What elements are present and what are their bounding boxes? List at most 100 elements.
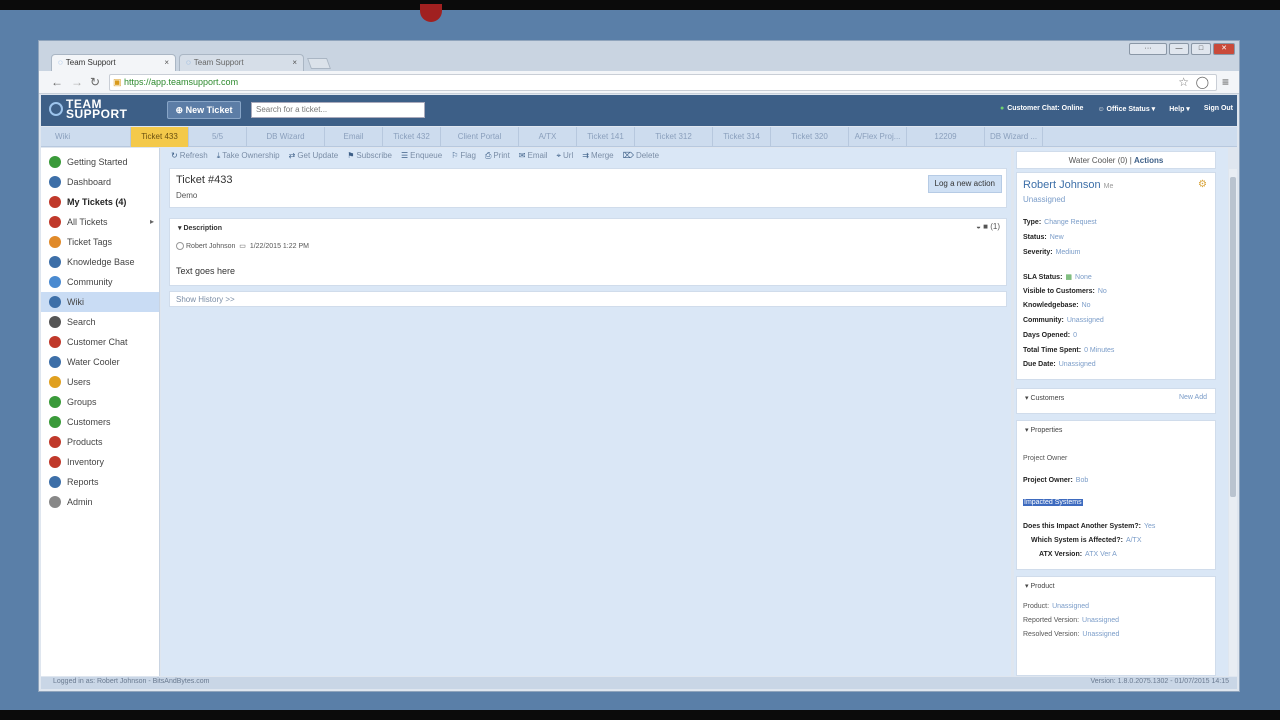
assignee-name[interactable]: Robert Johnson Me <box>1023 179 1113 191</box>
sidebar-item-groups[interactable]: Groups <box>41 392 159 412</box>
customer-chat-status[interactable]: ● Customer Chat: Online <box>1000 105 1083 113</box>
description-actions[interactable]: ◒ ■ (1) <box>976 222 1000 231</box>
close-tab-icon[interactable]: × <box>164 58 169 67</box>
sidebar-item-inventory[interactable]: Inventory <box>41 452 159 472</box>
forward-icon[interactable]: → <box>71 75 83 89</box>
ticket-tab[interactable]: Email <box>325 127 383 147</box>
sidebar-item-label: All Tickets <box>67 217 108 227</box>
ticket-tab[interactable]: Ticket 432 <box>383 127 441 147</box>
extension-icon[interactable]: ◯ <box>1196 75 1209 89</box>
maximize-button[interactable]: □ <box>1191 43 1211 55</box>
bookmark-star-icon[interactable]: ☆ <box>1178 75 1189 89</box>
close-window-button[interactable]: ✕ <box>1213 43 1235 55</box>
logged-in-status: Logged in as: Robert Johnson - BitsAndBy… <box>53 678 210 685</box>
settings-gear-icon[interactable]: ⚙ <box>1198 179 1207 190</box>
sidebar-item-wiki[interactable]: Wiki <box>41 292 159 312</box>
description-header[interactable]: ▾ Description <box>178 224 222 232</box>
sidebar-item-ticket-tags[interactable]: Ticket Tags <box>41 232 159 252</box>
toolbar-get-update-button[interactable]: ⇄ Get Update <box>289 151 339 161</box>
assignee-group[interactable]: Unassigned <box>1023 195 1065 204</box>
show-history-link[interactable]: Show History >> <box>176 295 235 304</box>
back-icon[interactable]: ← <box>51 75 63 89</box>
sidebar-item-water-cooler[interactable]: Water Cooler <box>41 352 159 372</box>
ticket-tab[interactable]: DB Wizard <box>247 127 325 147</box>
sidebar-item-all-tickets[interactable]: All Tickets ▸ <box>41 212 159 232</box>
ticket-tab[interactable]: 12209 <box>907 127 985 147</box>
actions-link[interactable]: Actions <box>1134 156 1163 165</box>
sidebar-item-products[interactable]: Products <box>41 432 159 452</box>
toolbar-subscribe-button[interactable]: ⚑ Subscribe <box>347 151 392 161</box>
browser-tab-inactive[interactable]: ◌ Team Support × <box>179 54 304 71</box>
browser-tab-active[interactable]: ◌ Team Support × <box>51 54 176 71</box>
toolbar-refresh-button[interactable]: ↻ Refresh <box>171 151 208 161</box>
admin-icon <box>49 496 61 508</box>
ticket-tab[interactable]: Ticket 312 <box>635 127 713 147</box>
ticket-tab[interactable]: Ticket 433 <box>131 127 189 147</box>
sidebar-item-label: Search <box>67 317 96 327</box>
customers-actions[interactable]: New Add <box>1179 394 1207 401</box>
ticket-tab[interactable]: Ticket 141 <box>577 127 635 147</box>
sidebar-item-getting-started[interactable]: Getting Started <box>41 152 159 172</box>
tag-icon <box>49 236 61 248</box>
product-header[interactable]: ▾ Product <box>1025 582 1055 590</box>
sidebar-item-label: Dashboard <box>67 177 112 187</box>
ticket-tab[interactable]: A/TX <box>519 127 577 147</box>
sidebar-item-customers[interactable]: Customers <box>41 412 159 432</box>
ticket-tab[interactable]: Client Portal <box>441 127 519 147</box>
log-new-action-button[interactable]: Log a new action <box>927 175 1002 193</box>
toolbar-email-button[interactable]: ✉ Email <box>519 151 548 161</box>
url-input[interactable]: ▣ https://app.teamsupport.com <box>109 74 1217 91</box>
new-tab-button[interactable] <box>306 58 332 69</box>
toolbar-delete-button[interactable]: ⌦ Delete <box>623 151 659 161</box>
help-menu[interactable]: Help ▾ <box>1169 105 1190 113</box>
ticket-search-input[interactable]: Search for a ticket... <box>251 102 425 118</box>
toolbar-url-button[interactable]: ⌖ Url <box>557 151 574 161</box>
menu-icon[interactable]: ≡ <box>1222 75 1229 89</box>
ticket-tab[interactable]: 5/5 <box>189 127 247 147</box>
toolbar-take-ownership-button[interactable]: ⤓ Take Ownership <box>217 151 280 161</box>
ticket-tab[interactable]: DB Wizard ... <box>985 127 1043 147</box>
sidebar-item-users[interactable]: Users <box>41 372 159 392</box>
water-cooler-link[interactable]: Water Cooler (0) | <box>1069 156 1132 165</box>
users-icon <box>49 376 61 388</box>
teamsupport-logo[interactable]: TEAM SUPPORT <box>49 98 128 120</box>
toolbar-flag-button[interactable]: ⚐ Flag <box>451 151 476 161</box>
sidebar-item-label: Groups <box>67 397 97 407</box>
scrollbar-thumb[interactable] <box>1230 177 1236 497</box>
sidebar-item-label: Getting Started <box>67 157 128 167</box>
ticket-tab[interactable]: A/Flex Proj... <box>849 127 907 147</box>
reload-icon[interactable]: ↻ <box>90 75 100 89</box>
groups-icon <box>49 396 61 408</box>
office-status-menu[interactable]: ☺ Office Status ▾ <box>1097 105 1155 113</box>
sidebar-item-community[interactable]: Community <box>41 272 159 292</box>
minimize-button[interactable]: — <box>1169 43 1189 55</box>
profile-button[interactable]: ··· <box>1129 43 1167 55</box>
address-bar: ← → ↻ ▣ https://app.teamsupport.com ☆ ◯ … <box>39 71 1239 94</box>
sidebar-item-my-tickets[interactable]: My Tickets (4) <box>41 192 159 212</box>
toolbar-merge-button[interactable]: ⇉ Merge <box>582 151 613 161</box>
take-ownership-icon: ⤓ <box>216 151 221 160</box>
get-update-icon: ⇄ <box>288 151 296 160</box>
sign-out-link[interactable]: Sign Out <box>1204 105 1233 113</box>
sidebar-item-dashboard[interactable]: Dashboard <box>41 172 159 192</box>
ticket-tab[interactable]: Ticket 320 <box>771 127 849 147</box>
version-status: Version: 1.8.0.2075.1302 - 01/07/2015 14… <box>1090 678 1229 685</box>
customers-header[interactable]: ▾ Customers <box>1025 394 1064 402</box>
toolbar-enqueue-button[interactable]: ☰ Enqueue <box>401 151 442 161</box>
properties-header[interactable]: ▾ Properties <box>1025 426 1062 434</box>
close-tab-icon[interactable]: × <box>292 58 297 67</box>
sidebar-item-admin[interactable]: Admin <box>41 492 159 512</box>
impact-question-field: Does this Impact Another System?: Yes <box>1023 523 1156 530</box>
sidebar-item-label: Knowledge Base <box>67 257 135 267</box>
right-pane-scrollbar[interactable] <box>1229 169 1237 676</box>
sidebar-item-knowledge-base[interactable]: Knowledge Base <box>41 252 159 272</box>
ticket-tab[interactable]: Ticket 314 <box>713 127 771 147</box>
toolbar-print-button[interactable]: ⎙ Print <box>485 151 510 161</box>
new-ticket-button[interactable]: ⊕ New Ticket <box>167 101 241 119</box>
sidebar-item-customer-chat[interactable]: Customer Chat <box>41 332 159 352</box>
email-icon: ✉ <box>518 151 526 160</box>
sidebar-item-reports[interactable]: Reports <box>41 472 159 492</box>
sidebar-item-search[interactable]: Search <box>41 312 159 332</box>
ticket-tab[interactable]: Wiki <box>41 127 131 147</box>
window-controls: ··· — □ ✕ <box>1129 43 1235 55</box>
